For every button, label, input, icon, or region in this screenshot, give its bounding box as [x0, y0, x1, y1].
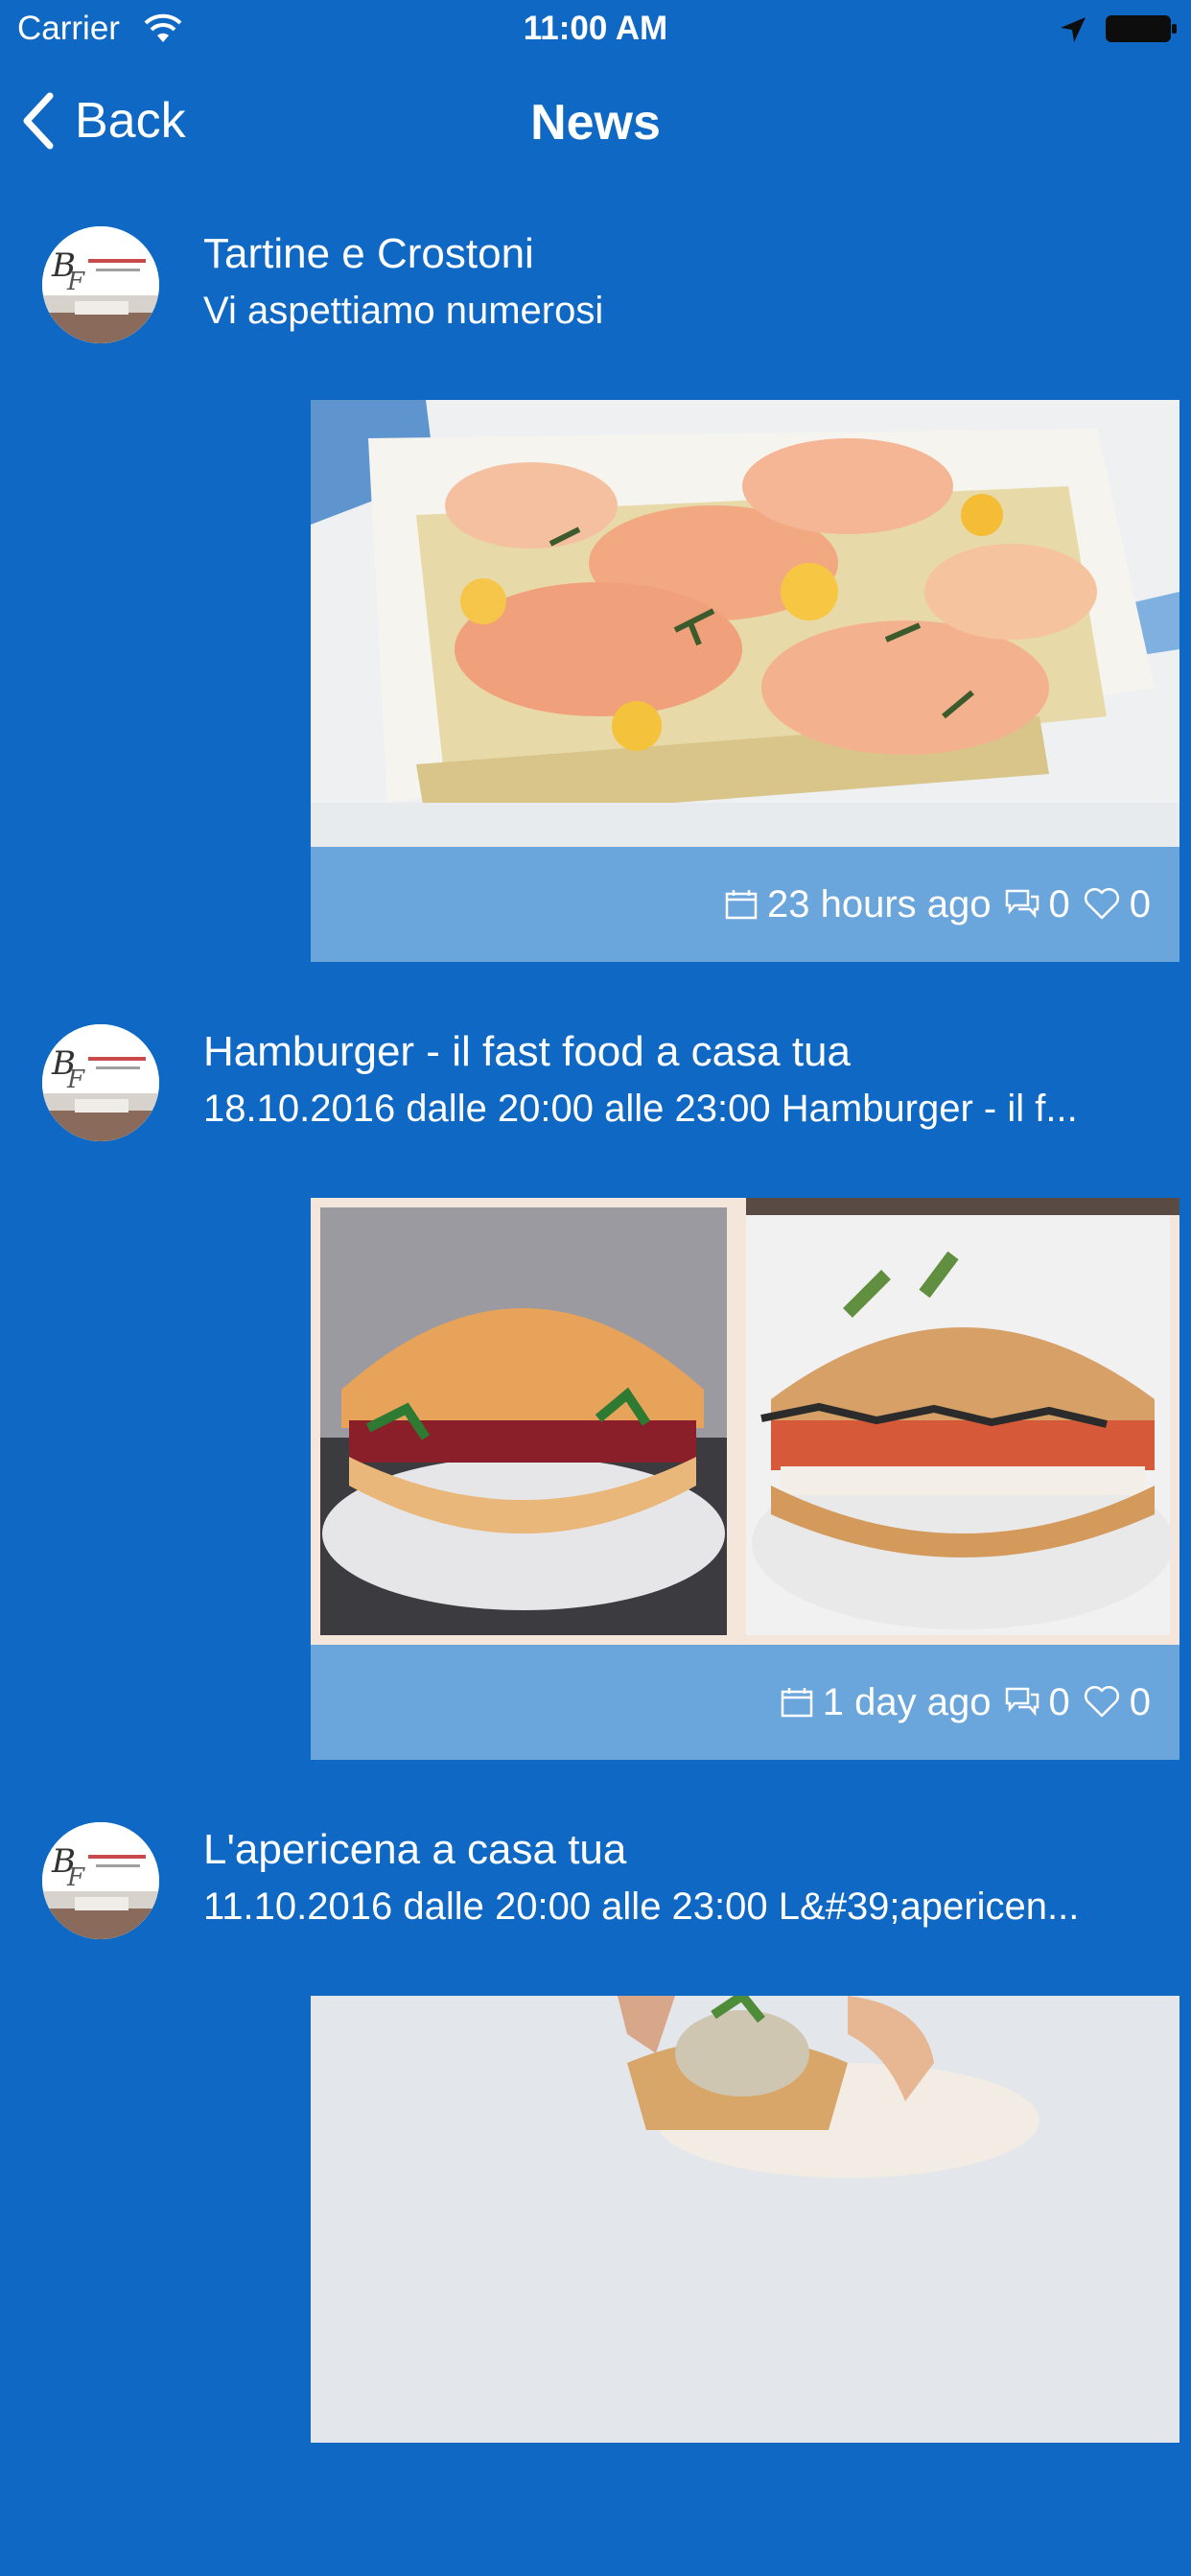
status-time: 11:00 AM: [523, 10, 668, 47]
news-image: [311, 1996, 1179, 2443]
comment-icon[interactable]: [1005, 888, 1039, 921]
news-item[interactable]: B F L'apericena a casa tua 11.10.2016 da…: [0, 1778, 1191, 2576]
page-title: News: [530, 95, 661, 151]
news-item[interactable]: B F Hamburger - il fast food a casa tua …: [0, 980, 1191, 1778]
heart-icon[interactable]: [1084, 888, 1120, 921]
navigation-bar: Back News: [0, 58, 1191, 182]
svg-text:F: F: [66, 268, 85, 296]
news-title: Hamburger - il fast food a casa tua: [203, 1028, 851, 1075]
news-meta-bar: 23 hours ago 0 0: [311, 847, 1179, 962]
news-time-ago: 23 hours ago: [766, 882, 992, 925]
news-time-ago: 1 day ago: [822, 1680, 992, 1723]
comment-count: 0: [1048, 882, 1070, 925]
location-arrow-icon: [1059, 15, 1087, 44]
battery-icon: [1105, 13, 1178, 44]
news-subtitle: 11.10.2016 dalle 20:00 alle 23:00 L&#39;…: [203, 1885, 1080, 1928]
news-title: L'apericena a casa tua: [203, 1826, 627, 1873]
news-meta-bar: 1 day ago 0 0: [311, 1645, 1179, 1760]
like-count: 0: [1129, 1680, 1151, 1723]
news-feed: B F Tartine e Crostoni Vi aspettiamo num…: [0, 182, 1191, 2576]
svg-text:F: F: [66, 1066, 85, 1094]
avatar: B F: [42, 1024, 159, 1141]
calendar-icon: [725, 889, 758, 920]
avatar: B F: [42, 1822, 159, 1939]
calendar-icon: [781, 1687, 813, 1718]
news-title: Tartine e Crostoni: [203, 230, 534, 277]
news-image: [311, 1198, 1179, 1645]
status-bar: Carrier 11:00 AM: [0, 0, 1191, 58]
news-item[interactable]: B F Tartine e Crostoni Vi aspettiamo num…: [0, 182, 1191, 980]
news-subtitle: 18.10.2016 dalle 20:00 alle 23:00 Hambur…: [203, 1088, 1078, 1130]
svg-text:F: F: [66, 1863, 85, 1892]
like-count: 0: [1129, 882, 1151, 925]
heart-icon[interactable]: [1084, 1686, 1120, 1719]
avatar: B F: [42, 226, 159, 343]
comment-icon[interactable]: [1005, 1686, 1039, 1719]
news-image: [311, 400, 1179, 847]
comment-count: 0: [1048, 1680, 1070, 1723]
news-subtitle: Vi aspettiamo numerosi: [203, 290, 604, 332]
